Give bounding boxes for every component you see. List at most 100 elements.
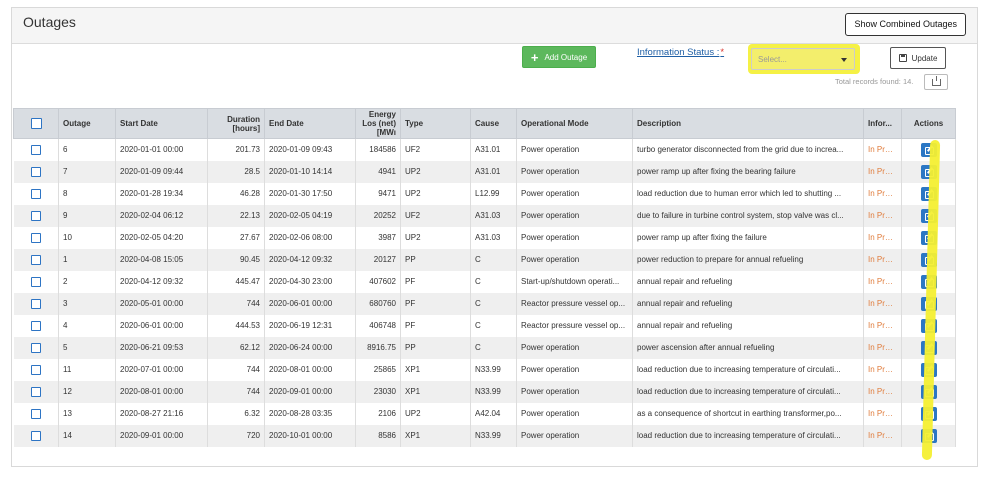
row-select-cell[interactable] — [13, 336, 59, 359]
row-checkbox[interactable] — [30, 298, 41, 309]
select-all-checkbox[interactable] — [30, 118, 42, 129]
col-information-status[interactable]: Infor... — [863, 108, 902, 139]
cell-operational-mode: Start-up/shutdown operati... — [516, 270, 633, 293]
col-duration[interactable]: Duration [hours] — [207, 108, 265, 139]
cell-operational-mode: Power operation — [516, 182, 633, 205]
cell-type: UP2 — [400, 226, 471, 249]
row-checkbox[interactable] — [30, 408, 41, 419]
row-checkbox[interactable] — [30, 210, 41, 221]
table-row[interactable]: 14 2020-09-01 00:00 720 2020-10-01 00:00 858… — [13, 424, 956, 447]
row-checkbox[interactable] — [30, 386, 41, 397]
col-description[interactable]: Description — [632, 108, 864, 139]
table-row[interactable]: 11 2020-07-01 00:00 744 2020-08-01 00:00 258… — [13, 358, 956, 381]
cell-type: UP2 — [400, 182, 471, 205]
cell-operational-mode: Power operation — [516, 226, 633, 249]
cell-end-date: 2020-10-01 00:00 — [264, 424, 356, 447]
table-row[interactable]: 9 2020-02-04 06:12 22.13 2020-02-05 04:19 20… — [13, 204, 956, 227]
select-placeholder: Select... — [758, 55, 787, 64]
cell-description: load reduction due to human error which … — [632, 182, 864, 205]
cell-end-date: 2020-01-09 09:43 — [264, 138, 356, 161]
cell-end-date: 2020-06-19 12:31 — [264, 314, 356, 337]
row-checkbox[interactable] — [30, 320, 41, 331]
table-row[interactable]: 2 2020-04-12 09:32 445.47 2020-04-30 23:00 4… — [13, 270, 956, 293]
cell-description: power ramp up after fixing the failure — [632, 226, 864, 249]
update-label: Update — [911, 53, 938, 63]
cell-description: load reduction due to increasing tempera… — [632, 380, 864, 403]
table-header-row: Outage Start Date Duration [hours] End D… — [13, 108, 956, 139]
row-select-cell[interactable] — [13, 314, 59, 337]
table-row[interactable]: 8 2020-01-28 19:34 46.28 2020-01-30 17:50 94… — [13, 182, 956, 205]
cell-outage: 13 — [58, 402, 116, 425]
col-type[interactable]: Type — [400, 108, 471, 139]
row-select-cell[interactable] — [13, 358, 59, 381]
cell-start-date: 2020-04-12 09:32 — [115, 270, 208, 293]
row-select-cell[interactable] — [13, 226, 59, 249]
cell-description: power ramp up after fixing the bearing f… — [632, 160, 864, 183]
update-button[interactable]: Update — [890, 47, 946, 69]
col-energy-loss[interactable]: Energy Los (net)[MWı — [355, 108, 401, 139]
table-row[interactable]: 3 2020-05-01 00:00 744 2020-06-01 00:00 6807… — [13, 292, 956, 315]
cell-operational-mode: Power operation — [516, 248, 633, 271]
table-row[interactable]: 5 2020-06-21 09:53 62.12 2020-06-24 00:00 89… — [13, 336, 956, 359]
row-checkbox[interactable] — [30, 342, 41, 353]
row-checkbox[interactable] — [30, 166, 41, 177]
table-row[interactable]: 10 2020-02-05 04:20 27.67 2020-02-06 08:00 3… — [13, 226, 956, 249]
cell-type: XP1 — [400, 358, 471, 381]
table-row[interactable]: 7 2020-01-09 09:44 28.5 2020-01-10 14:14 494… — [13, 160, 956, 183]
cell-energy-loss: 2106 — [355, 402, 401, 425]
col-outage[interactable]: Outage — [58, 108, 116, 139]
cell-operational-mode: Power operation — [516, 160, 633, 183]
cell-end-date: 2020-01-10 14:14 — [264, 160, 356, 183]
add-outage-button[interactable]: + Add Outage — [522, 46, 596, 68]
cell-operational-mode: Power operation — [516, 358, 633, 381]
row-select-cell[interactable] — [13, 182, 59, 205]
cell-start-date: 2020-07-01 00:00 — [115, 358, 208, 381]
table-row[interactable]: 6 2020-01-01 00:00 201.73 2020-01-09 09:43 1… — [13, 138, 956, 161]
cell-description: annual repair and refueling — [632, 292, 864, 315]
cell-start-date: 2020-02-04 06:12 — [115, 204, 208, 227]
cell-information-status: In Progres — [863, 182, 902, 205]
row-select-cell[interactable] — [13, 204, 59, 227]
table-row[interactable]: 12 2020-08-01 00:00 744 2020-09-01 00:00 230… — [13, 380, 956, 403]
row-select-cell[interactable] — [13, 160, 59, 183]
col-cause[interactable]: Cause — [470, 108, 517, 139]
row-select-cell[interactable] — [13, 402, 59, 425]
cell-energy-loss: 9471 — [355, 182, 401, 205]
row-select-cell[interactable] — [13, 424, 59, 447]
cell-information-status: In Progres — [863, 424, 902, 447]
cell-outage: 9 — [58, 204, 116, 227]
cell-type: UF2 — [400, 204, 471, 227]
row-select-cell[interactable] — [13, 270, 59, 293]
col-start-date[interactable]: Start Date — [115, 108, 208, 139]
row-checkbox[interactable] — [30, 364, 41, 375]
row-checkbox[interactable] — [30, 254, 41, 265]
table-row[interactable]: 4 2020-06-01 00:00 444.53 2020-06-19 12:31 4… — [13, 314, 956, 337]
row-select-cell[interactable] — [13, 292, 59, 315]
row-checkbox[interactable] — [30, 430, 41, 441]
row-select-cell[interactable] — [13, 138, 59, 161]
cell-cause: L12.99 — [470, 182, 517, 205]
chevron-down-icon[interactable] — [841, 58, 847, 62]
row-checkbox[interactable] — [30, 276, 41, 287]
select-all-header[interactable] — [13, 108, 59, 139]
cell-duration: 62.12 — [207, 336, 265, 359]
cell-start-date: 2020-02-05 04:20 — [115, 226, 208, 249]
table-row[interactable]: 1 2020-04-08 15:05 90.45 2020-04-12 09:32 20… — [13, 248, 956, 271]
row-checkbox[interactable] — [30, 232, 41, 243]
cell-information-status: In Progres — [863, 314, 902, 337]
export-button[interactable] — [924, 74, 948, 90]
cell-type: UP2 — [400, 402, 471, 425]
cell-end-date: 2020-04-12 09:32 — [264, 248, 356, 271]
cell-outage: 11 — [58, 358, 116, 381]
required-mark: * — [720, 47, 725, 58]
row-select-cell[interactable] — [13, 380, 59, 403]
cell-start-date: 2020-09-01 00:00 — [115, 424, 208, 447]
row-checkbox[interactable] — [30, 144, 41, 155]
col-end-date[interactable]: End Date — [264, 108, 356, 139]
col-operational-mode[interactable]: Operational Mode — [516, 108, 633, 139]
show-combined-outages-button[interactable]: Show Combined Outages — [845, 13, 966, 36]
plus-icon: + — [530, 49, 539, 65]
row-checkbox[interactable] — [30, 188, 41, 199]
table-row[interactable]: 13 2020-08-27 21:16 6.32 2020-08-28 03:35 21… — [13, 402, 956, 425]
row-select-cell[interactable] — [13, 248, 59, 271]
